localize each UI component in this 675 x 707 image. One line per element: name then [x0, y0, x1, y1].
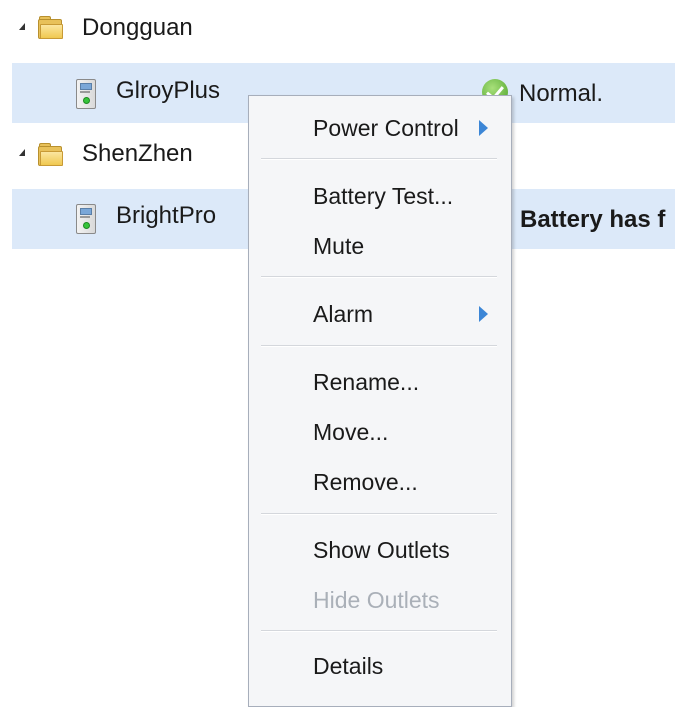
menu-separator [261, 158, 497, 160]
menu-item-label: Remove... [313, 469, 418, 495]
folder-icon [38, 143, 63, 166]
menu-item-label: Rename... [313, 369, 420, 395]
menu-item-label: Power Control [313, 115, 459, 141]
menu-item-label: Mute [313, 233, 365, 259]
menu-item-mute[interactable]: Mute [249, 226, 511, 266]
tree-node-label[interactable]: GlroyPlus [116, 77, 220, 105]
menu-item-battery-test[interactable]: Battery Test... [249, 176, 511, 216]
menu-item-hide-outlets: Hide Outlets [249, 580, 511, 620]
menu-item-label: Details [313, 653, 384, 679]
menu-item-details[interactable]: Details [249, 646, 511, 686]
ups-device-icon [75, 79, 97, 109]
device-status: Battery has f [520, 206, 666, 233]
tree-node-label[interactable]: ShenZhen [82, 140, 193, 168]
menu-item-move[interactable]: Move... [249, 412, 511, 452]
tree-node-label[interactable]: BrightPro [116, 202, 216, 230]
submenu-arrow-icon [479, 120, 488, 136]
menu-separator [261, 513, 497, 515]
device-status: Normal. [519, 80, 604, 107]
menu-item-label: Hide Outlets [313, 587, 440, 613]
menu-item-alarm[interactable]: Alarm [249, 294, 511, 334]
menu-separator [261, 345, 497, 347]
menu-item-label: Show Outlets [313, 537, 450, 563]
expand-arrow-icon[interactable] [19, 149, 25, 156]
menu-item-show-outlets[interactable]: Show Outlets [249, 530, 511, 570]
context-menu: Power Control Battery Test... Mute Alarm… [248, 95, 512, 707]
tree-row-dongguan[interactable]: Dongguan [0, 0, 675, 60]
ups-device-icon [75, 204, 97, 234]
submenu-arrow-icon [479, 306, 488, 322]
folder-icon [38, 16, 63, 39]
menu-separator [261, 630, 497, 632]
menu-item-label: Alarm [313, 301, 374, 327]
menu-item-label: Move... [313, 419, 389, 445]
menu-separator [261, 276, 497, 278]
menu-item-power-control[interactable]: Power Control [249, 108, 511, 148]
menu-item-rename[interactable]: Rename... [249, 362, 511, 402]
tree-node-label[interactable]: Dongguan [82, 14, 193, 42]
expand-arrow-icon[interactable] [19, 23, 25, 30]
menu-item-remove[interactable]: Remove... [249, 462, 511, 502]
menu-item-label: Battery Test... [313, 183, 454, 209]
